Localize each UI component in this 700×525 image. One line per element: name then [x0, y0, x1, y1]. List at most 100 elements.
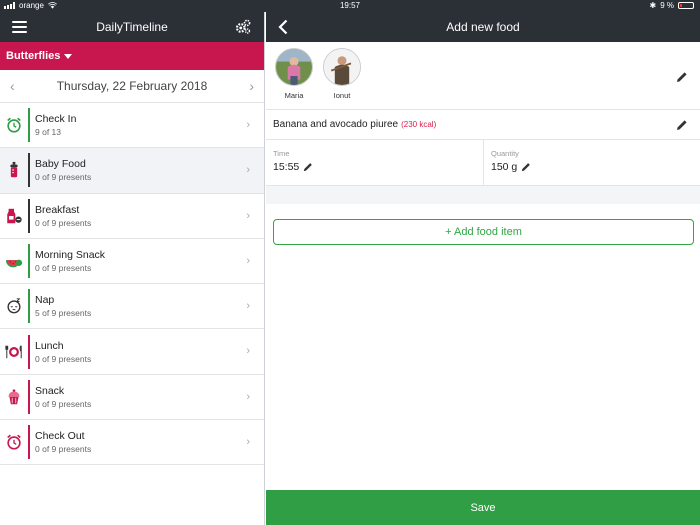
item-title: Baby Food: [35, 158, 86, 171]
clock: 19:57: [339, 1, 361, 10]
right-title: Add new food: [446, 20, 520, 34]
status-bar-marker: [28, 198, 30, 233]
status-bar-marker: [28, 244, 30, 279]
quantity-field[interactable]: Quantity 150 g: [484, 140, 700, 185]
child-maria[interactable]: Maria: [274, 48, 314, 100]
date-navigator: ‹ Thursday, 22 February 2018 ›: [0, 70, 264, 103]
right-nav-bar: Add new food: [266, 12, 700, 42]
status-right: ✱ 9 %: [649, 1, 694, 10]
alarm-clock-icon: [0, 116, 28, 134]
item-text: Check In 9 of 13: [35, 113, 264, 137]
item-text: Check Out 0 of 9 presents: [35, 430, 264, 454]
timeline-item-snack[interactable]: Snack 0 of 9 presents ›: [0, 374, 264, 421]
timeline-item-check-in[interactable]: Check In 9 of 13 ›: [0, 103, 264, 149]
item-title: Check Out: [35, 430, 85, 443]
selected-children: Maria Ionut: [266, 42, 700, 110]
chevron-right-icon: ›: [246, 436, 250, 449]
item-subtitle: 0 of 9 presents: [35, 398, 92, 409]
back-chevron-icon[interactable]: [274, 17, 294, 37]
item-title: Lunch: [35, 339, 64, 352]
status-bar-marker: [28, 108, 30, 143]
alarm-clock-icon: [0, 433, 28, 451]
section-divider: [266, 186, 700, 204]
plate-cutlery-icon: [0, 343, 28, 361]
timeline-pane: DailyTimeline Butterflies ‹ Thursday, 22…: [0, 12, 265, 525]
time-value-wrap: 15:55: [273, 161, 476, 173]
timeline-item-breakfast[interactable]: Breakfast 0 of 9 presents ›: [0, 193, 264, 239]
quantity-label: Quantity: [491, 149, 519, 158]
item-text: Nap 5 of 9 presents: [35, 294, 264, 318]
edit-children-pencil-icon[interactable]: [676, 71, 688, 83]
timeline-item-nap[interactable]: Nap 5 of 9 presents ›: [0, 284, 264, 330]
item-title: Check In: [35, 113, 77, 126]
status-bar: orange 19:57 ✱ 9 %: [0, 0, 700, 12]
bluetooth-icon: ✱: [649, 1, 657, 10]
child-name: Maria: [284, 91, 304, 100]
item-subtitle: 0 of 9 presents: [35, 444, 92, 455]
previous-day-chevron-icon[interactable]: ‹: [10, 78, 15, 94]
status-bar-marker: [28, 153, 30, 188]
food-name: Banana and avocado piuree: [273, 119, 399, 130]
add-food-item-button[interactable]: + Add food item: [273, 219, 694, 245]
timeline-item-lunch[interactable]: Lunch 0 of 9 presents ›: [0, 329, 264, 375]
status-bar-marker: [28, 334, 30, 369]
child-name: Ionut: [333, 91, 351, 100]
caret-down-icon: [64, 53, 73, 59]
item-text: Snack 0 of 9 presents: [35, 385, 264, 409]
avatar: [323, 48, 361, 86]
item-subtitle: 5 of 9 presents: [35, 308, 92, 319]
item-subtitle: 0 of 9 presents: [35, 263, 92, 274]
save-button[interactable]: Save: [266, 490, 700, 525]
battery-icon: [678, 2, 694, 9]
group-selector[interactable]: Butterflies: [0, 42, 264, 70]
item-text: Breakfast 0 of 9 presents: [35, 204, 264, 228]
item-text: Lunch 0 of 9 presents: [35, 340, 264, 364]
edit-food-pencil-icon[interactable]: [676, 119, 688, 131]
timeline-item-baby-food[interactable]: Baby Food 0 of 9 presents ›: [0, 148, 264, 194]
left-nav-bar: DailyTimeline: [0, 12, 264, 42]
time-quantity-row: Time 15:55 Quantity 150 g: [266, 140, 700, 186]
timeline-item-check-out[interactable]: Check Out 0 of 9 presents ›: [0, 420, 264, 466]
group-label: Butterflies: [6, 50, 61, 62]
battery-label: 9 %: [660, 1, 674, 10]
timeline-list: Check In 9 of 13 › Baby Food 0 of 9 pres…: [0, 103, 264, 466]
chevron-right-icon: ›: [246, 254, 250, 267]
menu-icon[interactable]: [12, 21, 27, 33]
sleeping-face-icon: [0, 297, 28, 315]
pencil-icon: [304, 163, 313, 172]
chevron-right-icon: ›: [246, 345, 250, 358]
status-bar-marker: [28, 289, 30, 324]
food-name-row[interactable]: Banana and avocado piuree (230 kcal): [266, 110, 700, 140]
food-kcal: (230 kcal): [401, 120, 437, 129]
next-day-chevron-icon[interactable]: ›: [249, 78, 254, 94]
quantity-value-wrap: 150 g: [491, 161, 693, 173]
item-subtitle: 9 of 13: [35, 127, 61, 138]
chevron-right-icon: ›: [246, 119, 250, 131]
date-value: 22 February 2018: [112, 79, 208, 93]
chevron-right-icon: ›: [246, 164, 250, 177]
item-title: Morning Snack: [35, 249, 106, 262]
apple-watermelon-icon: [0, 252, 28, 270]
item-subtitle: 0 of 9 presents: [35, 172, 92, 183]
status-bar-marker: [28, 379, 30, 414]
left-title: DailyTimeline: [96, 20, 168, 34]
chevron-right-icon: ›: [246, 300, 250, 313]
time-field[interactable]: Time 15:55: [266, 140, 484, 185]
chevron-right-icon: ›: [246, 390, 250, 403]
chevron-right-icon: ›: [246, 209, 250, 222]
timeline-item-morning-snack[interactable]: Morning Snack 0 of 9 presents ›: [0, 238, 264, 285]
gears-icon[interactable]: [234, 18, 252, 36]
time-label: Time: [273, 149, 290, 158]
pencil-icon: [522, 163, 531, 172]
item-text: Baby Food 0 of 9 presents: [35, 158, 264, 182]
date-weekday: Thursday,: [56, 79, 110, 93]
cupcake-icon: [0, 388, 28, 406]
item-title: Snack: [35, 384, 65, 397]
item-subtitle: 0 of 9 presents: [35, 353, 92, 364]
avatar: [275, 48, 313, 86]
status-bar-marker: [28, 425, 30, 460]
item-title: Breakfast: [35, 203, 80, 216]
baby-bottle-icon: [0, 161, 28, 179]
time-value: 15:55: [273, 161, 300, 173]
child-ionut[interactable]: Ionut: [322, 48, 362, 100]
